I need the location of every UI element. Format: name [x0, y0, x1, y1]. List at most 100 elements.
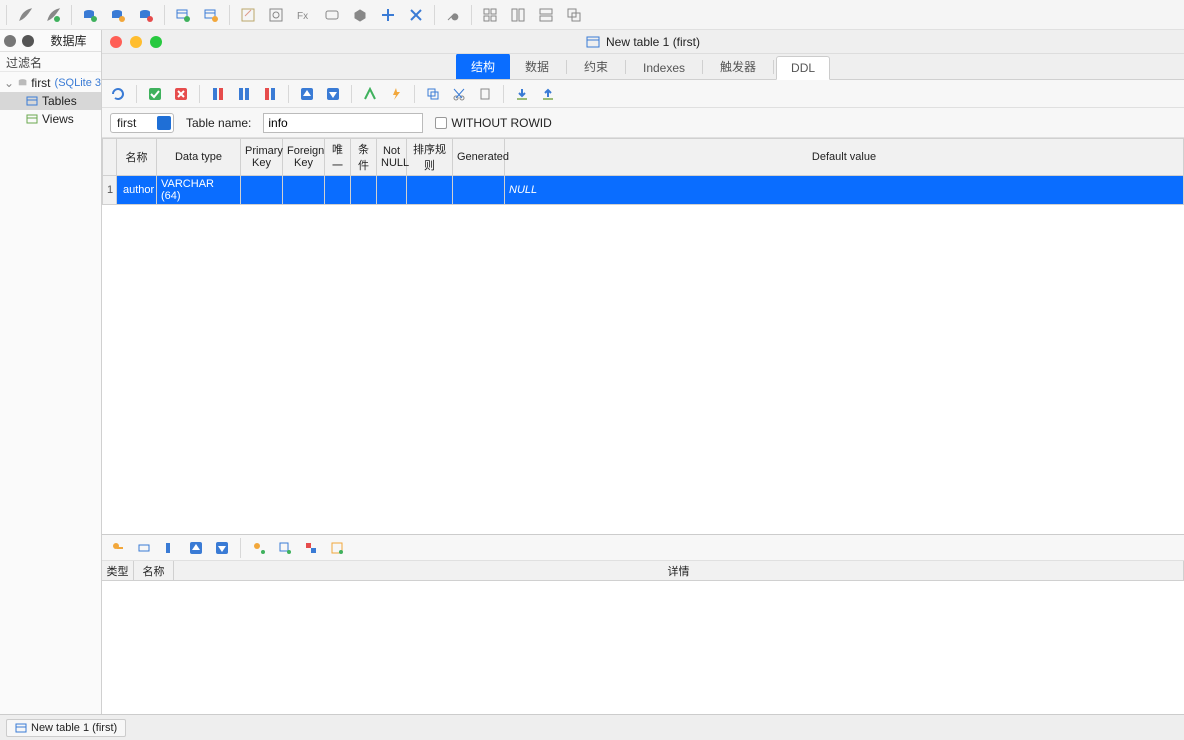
sql-history-icon[interactable]: [264, 3, 288, 27]
cell-check[interactable]: [351, 176, 377, 205]
add-fk-constraint-icon[interactable]: [275, 538, 295, 558]
cell-unique[interactable]: [325, 176, 351, 205]
add-collate-icon[interactable]: [301, 538, 321, 558]
col-hdr-datatype[interactable]: Data type: [157, 139, 241, 176]
add-generated-icon[interactable]: [327, 538, 347, 558]
dock-bar: New table 1 (first): [0, 714, 1184, 740]
cell-notnull[interactable]: [377, 176, 407, 205]
move-down-icon[interactable]: [323, 84, 343, 104]
cell-fk[interactable]: [283, 176, 325, 205]
sidebar-title: 数据库: [40, 32, 97, 49]
col-hdr-pk[interactable]: Primary Key: [241, 139, 283, 176]
separator: [136, 85, 137, 103]
table-add-icon[interactable]: [171, 3, 195, 27]
commit-icon[interactable]: [145, 84, 165, 104]
col-hdr-collate[interactable]: 排序规则: [407, 139, 453, 176]
editor-pane: New table 1 (first) 结构 数据 约束 Indexes 触发器…: [102, 30, 1184, 714]
constraint-down-icon[interactable]: [212, 538, 232, 558]
minimize-panel-icon[interactable]: [22, 35, 34, 47]
cell-default[interactable]: NULL: [505, 176, 1184, 205]
tab-triggers[interactable]: 触发器: [705, 53, 771, 79]
feather-refresh-icon[interactable]: [41, 3, 65, 27]
add-trigger-icon[interactable]: [386, 84, 406, 104]
collapse-icon[interactable]: [404, 3, 428, 27]
export-icon[interactable]: [538, 84, 558, 104]
col-hdr-name[interactable]: 名称: [117, 139, 157, 176]
tree-db-node[interactable]: ⌄ first (SQLite 3: [0, 74, 101, 92]
add-fk-icon[interactable]: [134, 538, 154, 558]
without-rowid-label: WITHOUT ROWID: [451, 116, 551, 130]
layout-columns-icon[interactable]: [506, 3, 530, 27]
close-window-icon[interactable]: [110, 36, 122, 48]
tab-data[interactable]: 数据: [510, 53, 564, 79]
feather-icon[interactable]: [13, 3, 37, 27]
add-unique-icon[interactable]: [160, 538, 180, 558]
layout-grid-icon[interactable]: [478, 3, 502, 27]
col-hdr-fk[interactable]: Foreign Key: [283, 139, 325, 176]
tree-views-node[interactable]: Views: [0, 110, 101, 128]
tab-ddl[interactable]: DDL: [776, 56, 830, 80]
columns-table[interactable]: 名称 Data type Primary Key Foreign Key 唯一 …: [102, 138, 1184, 534]
db-add-icon[interactable]: [78, 3, 102, 27]
col-hdr-notnull[interactable]: Not NULL: [377, 139, 407, 176]
edit-column-icon[interactable]: [234, 84, 254, 104]
extension-icon[interactable]: [348, 3, 372, 27]
copy-icon[interactable]: [423, 84, 443, 104]
tab-indexes[interactable]: Indexes: [628, 56, 700, 79]
delete-column-icon[interactable]: [260, 84, 280, 104]
minimize-window-icon[interactable]: [130, 36, 142, 48]
constraint-hdr-name[interactable]: 名称: [134, 561, 174, 580]
dock-tab[interactable]: New table 1 (first): [6, 719, 126, 737]
table-name-input[interactable]: [263, 113, 423, 133]
add-index-icon[interactable]: [360, 84, 380, 104]
table-edit-icon[interactable]: [199, 3, 223, 27]
add-pk-icon[interactable]: [108, 538, 128, 558]
structure-toolbar: [102, 80, 1184, 108]
col-hdr-default[interactable]: Default value: [505, 139, 1184, 176]
tree-db-name: first: [31, 76, 50, 90]
collation-icon[interactable]: [320, 3, 344, 27]
zoom-window-icon[interactable]: [150, 36, 162, 48]
tab-constraints[interactable]: 约束: [569, 53, 623, 79]
without-rowid-checkbox[interactable]: WITHOUT ROWID: [435, 116, 551, 130]
cell-pk[interactable]: [241, 176, 283, 205]
tree-tables-node[interactable]: Tables: [0, 92, 101, 110]
rollback-icon[interactable]: [171, 84, 191, 104]
constraints-body[interactable]: [102, 581, 1184, 714]
sql-editor-icon[interactable]: [236, 3, 260, 27]
col-hdr-generated[interactable]: Generated: [453, 139, 505, 176]
tab-structure[interactable]: 结构: [456, 53, 510, 79]
constraint-hdr-detail[interactable]: 详情: [174, 561, 1184, 580]
separator: [240, 538, 241, 558]
constraint-up-icon[interactable]: [186, 538, 206, 558]
db-remove-icon[interactable]: [134, 3, 158, 27]
close-panel-icon[interactable]: [4, 35, 16, 47]
add-check-icon[interactable]: [249, 538, 269, 558]
paste-icon[interactable]: [475, 84, 495, 104]
cut-icon[interactable]: [449, 84, 469, 104]
dock-tab-label: New table 1 (first): [31, 722, 117, 734]
layout-rows-icon[interactable]: [534, 3, 558, 27]
db-select[interactable]: first: [110, 113, 174, 133]
constraints-header: 类型 名称 详情: [102, 561, 1184, 581]
constraint-hdr-type[interactable]: 类型: [102, 561, 134, 580]
move-up-icon[interactable]: [297, 84, 317, 104]
wrench-icon[interactable]: [441, 3, 465, 27]
col-hdr-unique[interactable]: 唯一: [325, 139, 351, 176]
cell-name[interactable]: author: [117, 176, 157, 205]
db-edit-icon[interactable]: [106, 3, 130, 27]
expand-icon[interactable]: [376, 3, 400, 27]
col-hdr-check[interactable]: 条件: [351, 139, 377, 176]
cell-collate[interactable]: [407, 176, 453, 205]
separator: [414, 85, 415, 103]
refresh-icon[interactable]: [108, 84, 128, 104]
sidebar-filter-label[interactable]: 过滤名: [0, 52, 101, 72]
function-fx-icon[interactable]: Fx: [292, 3, 316, 27]
add-column-icon[interactable]: [208, 84, 228, 104]
import-icon[interactable]: [512, 84, 532, 104]
layout-cascade-icon[interactable]: [562, 3, 586, 27]
cell-datatype[interactable]: VARCHAR (64): [157, 176, 241, 205]
cell-generated[interactable]: [453, 176, 505, 205]
chevron-down-icon[interactable]: ⌄: [4, 76, 14, 90]
table-row[interactable]: 1 author VARCHAR (64) NULL: [103, 176, 1184, 205]
